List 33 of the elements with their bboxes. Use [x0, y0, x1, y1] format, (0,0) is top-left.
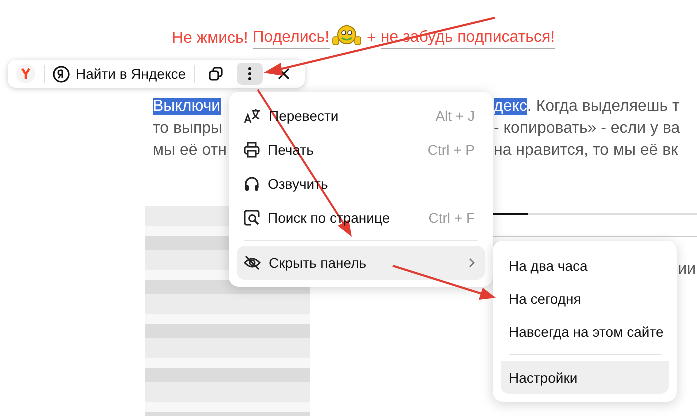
banner-text: Не жмись!: [172, 30, 250, 48]
browser-logo-icon[interactable]: [16, 64, 36, 84]
smiley-thumbs-up-icon: [332, 24, 362, 48]
paragraph-text: декс: [494, 98, 528, 115]
more-icon: [248, 67, 252, 81]
paragraph-text: то выпры: [153, 120, 223, 137]
eye-crossed-icon: [244, 255, 261, 271]
shortcut-label: Ctrl + P: [428, 142, 475, 158]
submenu-item[interactable]: На два часа: [501, 249, 669, 282]
close-icon: [278, 68, 290, 80]
paragraph-text: мы её отн: [153, 142, 227, 159]
paragraph-text: . Когда выделяешь т: [527, 98, 680, 115]
menu-item[interactable]: Скрыть панель: [237, 246, 485, 280]
page-text: ии: [678, 261, 696, 279]
submenu-item[interactable]: Навсегда на этом сайте: [501, 315, 669, 348]
chevron-right-icon: [469, 258, 475, 268]
search-button[interactable]: Найти в Яндексе: [53, 66, 186, 82]
shortcut-label: Alt + J: [436, 108, 475, 124]
paragraph-text: - копировать» - если у ва: [494, 120, 680, 137]
headphones-icon: [244, 176, 260, 192]
paragraph-text: на нравится, то мы её вк: [494, 142, 678, 159]
copy-icon: [209, 67, 224, 81]
more-button[interactable]: [237, 63, 264, 85]
shortcut-label: Ctrl + F: [428, 210, 475, 226]
banner-text: +: [366, 30, 378, 48]
translate-icon: [244, 108, 261, 124]
printer-icon: [244, 142, 260, 158]
page-search-icon: [244, 210, 260, 226]
submenu-item[interactable]: На сегодня: [501, 282, 669, 315]
banner-link[interactable]: Поделись!: [252, 29, 330, 49]
paragraph-text: Выключи: [153, 98, 221, 115]
banner-link[interactable]: не забудь подписаться!: [380, 29, 556, 49]
yandex-circle-icon: [53, 66, 70, 82]
